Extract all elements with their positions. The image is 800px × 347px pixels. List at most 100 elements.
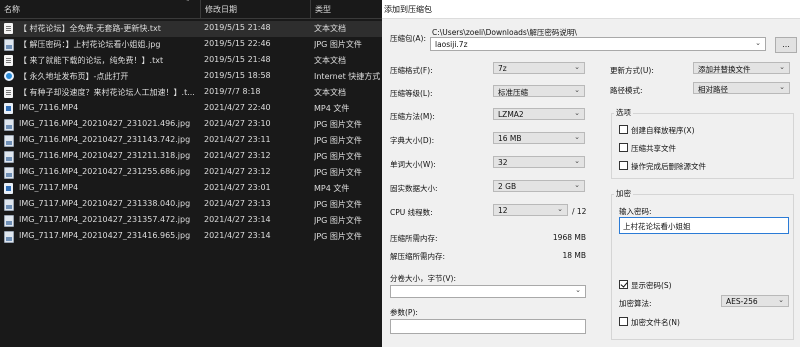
parameters-input[interactable] [390, 319, 586, 334]
format-select[interactable]: 7z ⌄ [493, 62, 585, 74]
decompress-memory-value: 18 MB [562, 251, 586, 260]
split-volume-combo[interactable]: ⌄ [390, 285, 586, 298]
text-file-icon [4, 55, 13, 66]
jpg-file-icon [4, 135, 14, 147]
file-row[interactable]: IMG_7117.MP4_20210427_231338.040.jpg 2021… [0, 197, 382, 213]
decompress-memory-label: 解压缩所需内存: [390, 252, 446, 261]
level-select[interactable]: 标准压缩 ⌄ [493, 85, 585, 97]
chevron-down-icon: ⌄ [779, 63, 785, 71]
compress-shared-checkbox[interactable] [619, 143, 628, 152]
update-mode-label: 更新方式(U): [610, 66, 654, 75]
file-row[interactable]: 【 来了就能下载的论坛，纯免费！】.txt 2019/5/15 21:48 文本文档 [0, 53, 382, 69]
cpu-threads-select[interactable]: 12 ⌄ [493, 204, 568, 216]
delete-after-checkbox[interactable] [619, 161, 628, 170]
file-type: JPG 图片文件 [314, 200, 362, 209]
column-header-type[interactable]: 类型 [315, 4, 331, 15]
file-type: JPG 图片文件 [314, 136, 362, 145]
dictionary-value: 16 MB [498, 134, 522, 143]
file-row[interactable]: 【 解压密码：】上村花论坛看小姐姐.jpg 2019/5/15 22:46 JPG … [0, 37, 382, 53]
file-row[interactable]: 【 有种子却没速度？来村花论坛人工加速！】.t... 2019/7/7 8:18 文… [0, 85, 382, 101]
create-sfx-checkbox[interactable] [619, 125, 628, 134]
file-date: 2021/4/27 23:14 [204, 215, 271, 224]
column-header-name[interactable]: 名称 [4, 4, 20, 15]
path-mode-select[interactable]: 相对路径 ⌄ [693, 82, 790, 94]
update-mode-select[interactable]: 添加并替换文件 ⌄ [693, 62, 790, 74]
chevron-down-icon: ⌄ [575, 286, 581, 294]
archive-label: 压缩包(A): [390, 34, 427, 43]
file-type: JPG 图片文件 [314, 232, 362, 241]
file-date: 2021/4/27 22:40 [204, 103, 271, 112]
method-select[interactable]: LZMA2 ⌄ [493, 108, 585, 120]
archive-name-combo[interactable]: laosiji.7z ⌄ [430, 37, 766, 51]
word-size-select[interactable]: 32 ⌄ [493, 156, 585, 168]
chevron-down-icon: ⌄ [557, 205, 563, 213]
cpu-threads-value: 12 [498, 206, 508, 215]
file-name: 【 来了就能下载的论坛，纯免费！】.txt [19, 56, 164, 65]
file-row[interactable]: 【 村花论坛】全免费-无套路-更新快.txt 2019/5/15 21:48 文本文… [0, 21, 382, 37]
file-name: IMG_7116.MP4_20210427_231211.318.jpg [19, 151, 191, 160]
file-row[interactable]: IMG_7117.MP4_20210427_231416.965.jpg 2021… [0, 229, 382, 245]
file-date: 2019/5/15 18:58 [204, 71, 271, 80]
file-row[interactable]: 【 永久地址发布页】-点此打开 2019/5/15 18:58 Internet 快… [0, 69, 382, 85]
dictionary-select[interactable]: 16 MB ⌄ [493, 132, 585, 144]
chevron-down-icon: ⌄ [574, 181, 580, 189]
solid-block-label: 固实数据大小: [390, 184, 438, 193]
file-row[interactable]: IMG_7117.MP4 2021/4/27 23:01 MP4 文件 [0, 181, 382, 197]
show-password-label: 显示密码(S) [631, 281, 672, 290]
chevron-down-icon: ⌄ [574, 133, 580, 141]
text-file-icon [4, 87, 13, 98]
dialog-title-bar[interactable]: 添加到压缩包 [382, 0, 800, 19]
solid-block-value: 2 GB [498, 182, 517, 191]
format-label: 压缩格式(F): [390, 66, 433, 75]
file-name: IMG_7117.MP4_20210427_231338.040.jpg [19, 199, 191, 208]
create-sfx-label: 创建自释放程序(X) [631, 126, 695, 135]
solid-block-select[interactable]: 2 GB ⌄ [493, 180, 585, 192]
format-value: 7z [498, 64, 507, 73]
file-date: 2021/4/27 23:13 [204, 199, 271, 208]
enter-password-label: 输入密码: [619, 207, 652, 216]
file-name: IMG_7116.MP4_20210427_231021.496.jpg [19, 119, 191, 128]
file-name: 【 解压密码：】上村花论坛看小姐姐.jpg [19, 40, 161, 49]
column-divider[interactable] [200, 0, 201, 18]
file-explorer: 名称 ˄ 修改日期 类型 【 村花论坛】全免费-无套路-更新快.txt 2019/… [0, 0, 382, 347]
column-header-bar: 名称 ˄ 修改日期 类型 [0, 0, 382, 19]
encryption-group-title: 加密 [614, 188, 633, 199]
level-value: 标准压缩 [498, 88, 528, 97]
encrypt-filenames-checkbox[interactable] [619, 317, 628, 326]
file-row[interactable]: IMG_7117.MP4_20210427_231357.472.jpg 2021… [0, 213, 382, 229]
file-type: JPG 图片文件 [314, 168, 362, 177]
column-header-date[interactable]: 修改日期 [205, 4, 237, 15]
file-date: 2021/4/27 23:01 [204, 183, 271, 192]
file-date: 2019/5/15 21:48 [204, 23, 271, 32]
file-row[interactable]: IMG_7116.MP4_20210427_231021.496.jpg 2021… [0, 117, 382, 133]
password-input[interactable]: 上村花论坛看小姐姐 [619, 217, 789, 234]
show-password-checkbox[interactable] [619, 280, 628, 289]
file-row[interactable]: IMG_7116.MP4_20210427_231255.686.jpg 2021… [0, 165, 382, 181]
split-volume-label: 分卷大小，字节(V): [390, 274, 457, 283]
column-divider[interactable] [310, 0, 311, 18]
file-type: MP4 文件 [314, 184, 350, 193]
file-row[interactable]: IMG_7116.MP4_20210427_231211.318.jpg 2021… [0, 149, 382, 165]
file-row[interactable]: IMG_7116.MP4 2021/4/27 22:40 MP4 文件 [0, 101, 382, 117]
file-type: JPG 图片文件 [314, 216, 362, 225]
chevron-down-icon: ⌄ [574, 109, 580, 117]
browse-button[interactable]: ... [775, 37, 797, 53]
dictionary-label: 字典大小(D): [390, 136, 435, 145]
encryption-method-select[interactable]: AES-256 ⌄ [721, 295, 789, 307]
encryption-method-value: AES-256 [726, 297, 758, 306]
jpg-file-icon [4, 119, 14, 131]
file-row[interactable]: IMG_7116.MP4_20210427_231143.742.jpg 2021… [0, 133, 382, 149]
file-date: 2019/5/15 22:46 [204, 39, 271, 48]
jpg-file-icon [4, 215, 14, 227]
chevron-down-icon: ⌄ [574, 86, 580, 94]
chevron-down-icon: ⌄ [779, 83, 785, 91]
file-name: IMG_7117.MP4_20210427_231357.472.jpg [19, 215, 191, 224]
file-list: 【 村花论坛】全免费-无套路-更新快.txt 2019/5/15 21:48 文本文… [0, 21, 382, 245]
update-mode-value: 添加并替换文件 [698, 65, 751, 74]
cpu-threads-label: CPU 线程数: [390, 208, 433, 217]
file-type: Internet 快捷方式 [314, 72, 381, 81]
word-size-value: 32 [498, 158, 508, 167]
add-to-archive-dialog: 添加到压缩包 压缩包(A): C:\Users\zoeli\Downloads\… [382, 0, 800, 347]
file-type: JPG 图片文件 [314, 152, 362, 161]
file-type: 文本文档 [314, 56, 346, 65]
